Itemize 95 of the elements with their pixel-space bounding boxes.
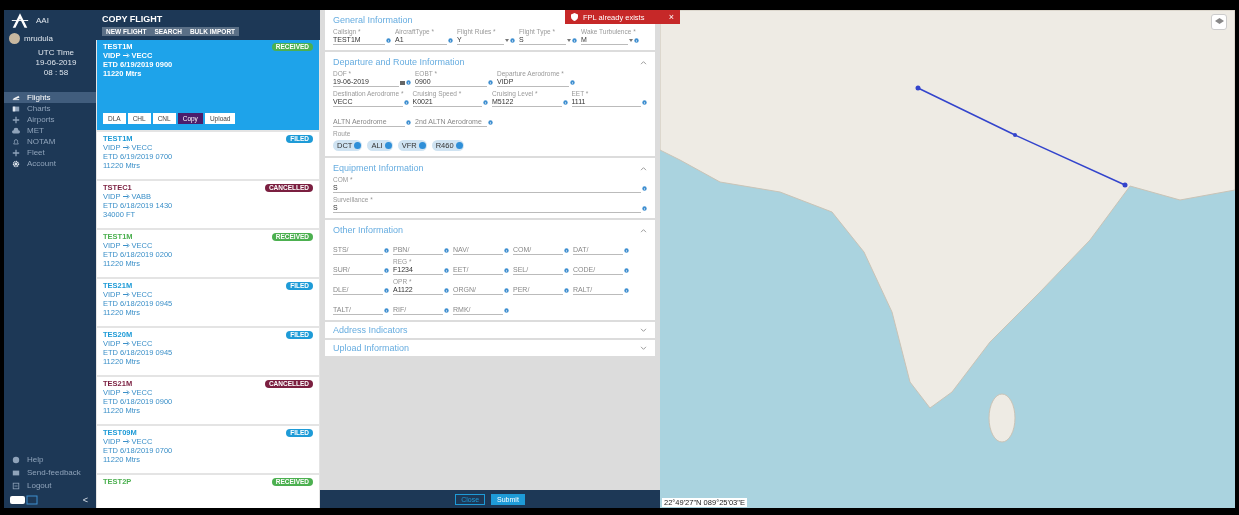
layers-button[interactable] xyxy=(1211,14,1227,30)
info-icon[interactable] xyxy=(406,119,411,125)
info-icon[interactable] xyxy=(406,79,411,85)
bell-icon xyxy=(12,137,20,146)
brand-name: AAI xyxy=(36,16,49,25)
info-icon[interactable] xyxy=(386,37,391,43)
nav-item[interactable]: Send-feedback xyxy=(4,467,96,478)
nav-item[interactable]: MET xyxy=(4,125,96,136)
plus-icon xyxy=(12,148,20,157)
info-icon[interactable] xyxy=(504,287,509,293)
info-icon[interactable] xyxy=(642,99,647,105)
info-icon[interactable] xyxy=(488,119,493,125)
info-icon[interactable] xyxy=(642,205,647,211)
info-icon[interactable] xyxy=(504,267,509,273)
info-icon[interactable] xyxy=(483,99,488,105)
arrow-icon xyxy=(122,194,130,199)
remove-icon[interactable] xyxy=(418,142,426,149)
section-title: Other Information xyxy=(333,225,404,235)
nav-item[interactable]: Fleet xyxy=(4,147,96,158)
avatar xyxy=(9,33,20,44)
info-icon[interactable] xyxy=(384,307,389,313)
caret-icon[interactable] xyxy=(629,38,633,42)
clock-label: UTC Time xyxy=(38,48,74,58)
remove-icon[interactable] xyxy=(384,142,392,149)
info-icon[interactable] xyxy=(562,99,568,105)
info-icon[interactable] xyxy=(572,37,577,43)
info-icon[interactable] xyxy=(444,247,449,253)
nav-item[interactable]: Flights xyxy=(4,92,96,103)
info-icon[interactable] xyxy=(564,287,569,293)
info-icon[interactable] xyxy=(634,37,639,43)
collapse-button[interactable]: < xyxy=(82,495,88,505)
gear-icon xyxy=(12,159,20,168)
info-icon[interactable] xyxy=(624,267,629,273)
info-icon[interactable] xyxy=(570,79,575,85)
info-icon[interactable] xyxy=(384,247,389,253)
arrow-icon xyxy=(122,53,130,58)
section-title: Address Indicators xyxy=(333,325,408,335)
caret-icon[interactable] xyxy=(505,38,509,42)
message-icon xyxy=(12,468,20,477)
info-icon[interactable] xyxy=(488,79,493,85)
logo-icon xyxy=(10,13,30,28)
info-icon[interactable] xyxy=(624,287,629,293)
arrow-icon xyxy=(122,390,130,395)
plane-icon xyxy=(12,93,20,102)
layers-icon xyxy=(1214,18,1224,26)
info-icon[interactable] xyxy=(624,247,629,253)
info-icon[interactable] xyxy=(504,307,509,313)
arrow-icon xyxy=(122,292,130,297)
info-icon[interactable] xyxy=(642,185,647,191)
arrow-icon xyxy=(122,439,130,444)
clock-date: 19-06-2019 xyxy=(35,58,77,68)
map-icon xyxy=(12,104,20,113)
calendar-icon[interactable] xyxy=(400,79,405,85)
chevron-icon[interactable] xyxy=(640,227,647,233)
chevron-icon[interactable] xyxy=(640,327,647,333)
arrow-icon xyxy=(122,145,130,150)
info-icon[interactable] xyxy=(384,267,389,273)
info-icon[interactable] xyxy=(384,287,389,293)
nav-item[interactable]: Account xyxy=(4,158,96,169)
user-name: mrudula xyxy=(24,34,53,43)
info-icon[interactable] xyxy=(564,267,569,273)
close-button[interactable]: × xyxy=(668,12,674,22)
nav-item[interactable]: Logout xyxy=(4,480,96,491)
section-title: General Information xyxy=(333,15,413,25)
chevron-icon[interactable] xyxy=(640,165,647,171)
help-icon xyxy=(12,455,20,464)
shield-icon xyxy=(571,13,578,21)
info-icon[interactable] xyxy=(504,247,509,253)
info-icon[interactable] xyxy=(444,287,449,293)
plus-icon xyxy=(12,115,20,124)
chevron-icon[interactable] xyxy=(640,345,647,351)
nav-item[interactable]: Airports xyxy=(4,114,96,125)
arrow-icon xyxy=(122,341,130,346)
info-icon[interactable] xyxy=(510,37,515,43)
cloud-icon xyxy=(12,126,20,135)
list-title: COPY FLIGHT xyxy=(102,14,164,24)
info-icon[interactable] xyxy=(564,247,569,253)
nav-item[interactable]: NOTAM xyxy=(4,136,96,147)
info-icon[interactable] xyxy=(448,37,453,43)
info-icon[interactable] xyxy=(444,267,449,273)
nav-item[interactable]: Charts xyxy=(4,103,96,114)
info-icon[interactable] xyxy=(444,307,449,313)
logout-icon xyxy=(12,481,20,490)
section-title: Equipment Information xyxy=(333,163,424,173)
section-title: Upload Information xyxy=(333,343,410,353)
logo-icon xyxy=(10,495,38,505)
remove-icon[interactable] xyxy=(455,142,463,149)
arrow-icon xyxy=(122,243,130,248)
section-title: Departure and Route Information xyxy=(333,57,465,67)
nav-item[interactable]: Help xyxy=(4,454,96,465)
clock-time: 08 : 58 xyxy=(43,68,69,78)
chevron-icon[interactable] xyxy=(640,59,647,65)
info-icon[interactable] xyxy=(403,99,409,105)
remove-icon[interactable] xyxy=(354,142,362,149)
caret-icon[interactable] xyxy=(567,38,571,42)
